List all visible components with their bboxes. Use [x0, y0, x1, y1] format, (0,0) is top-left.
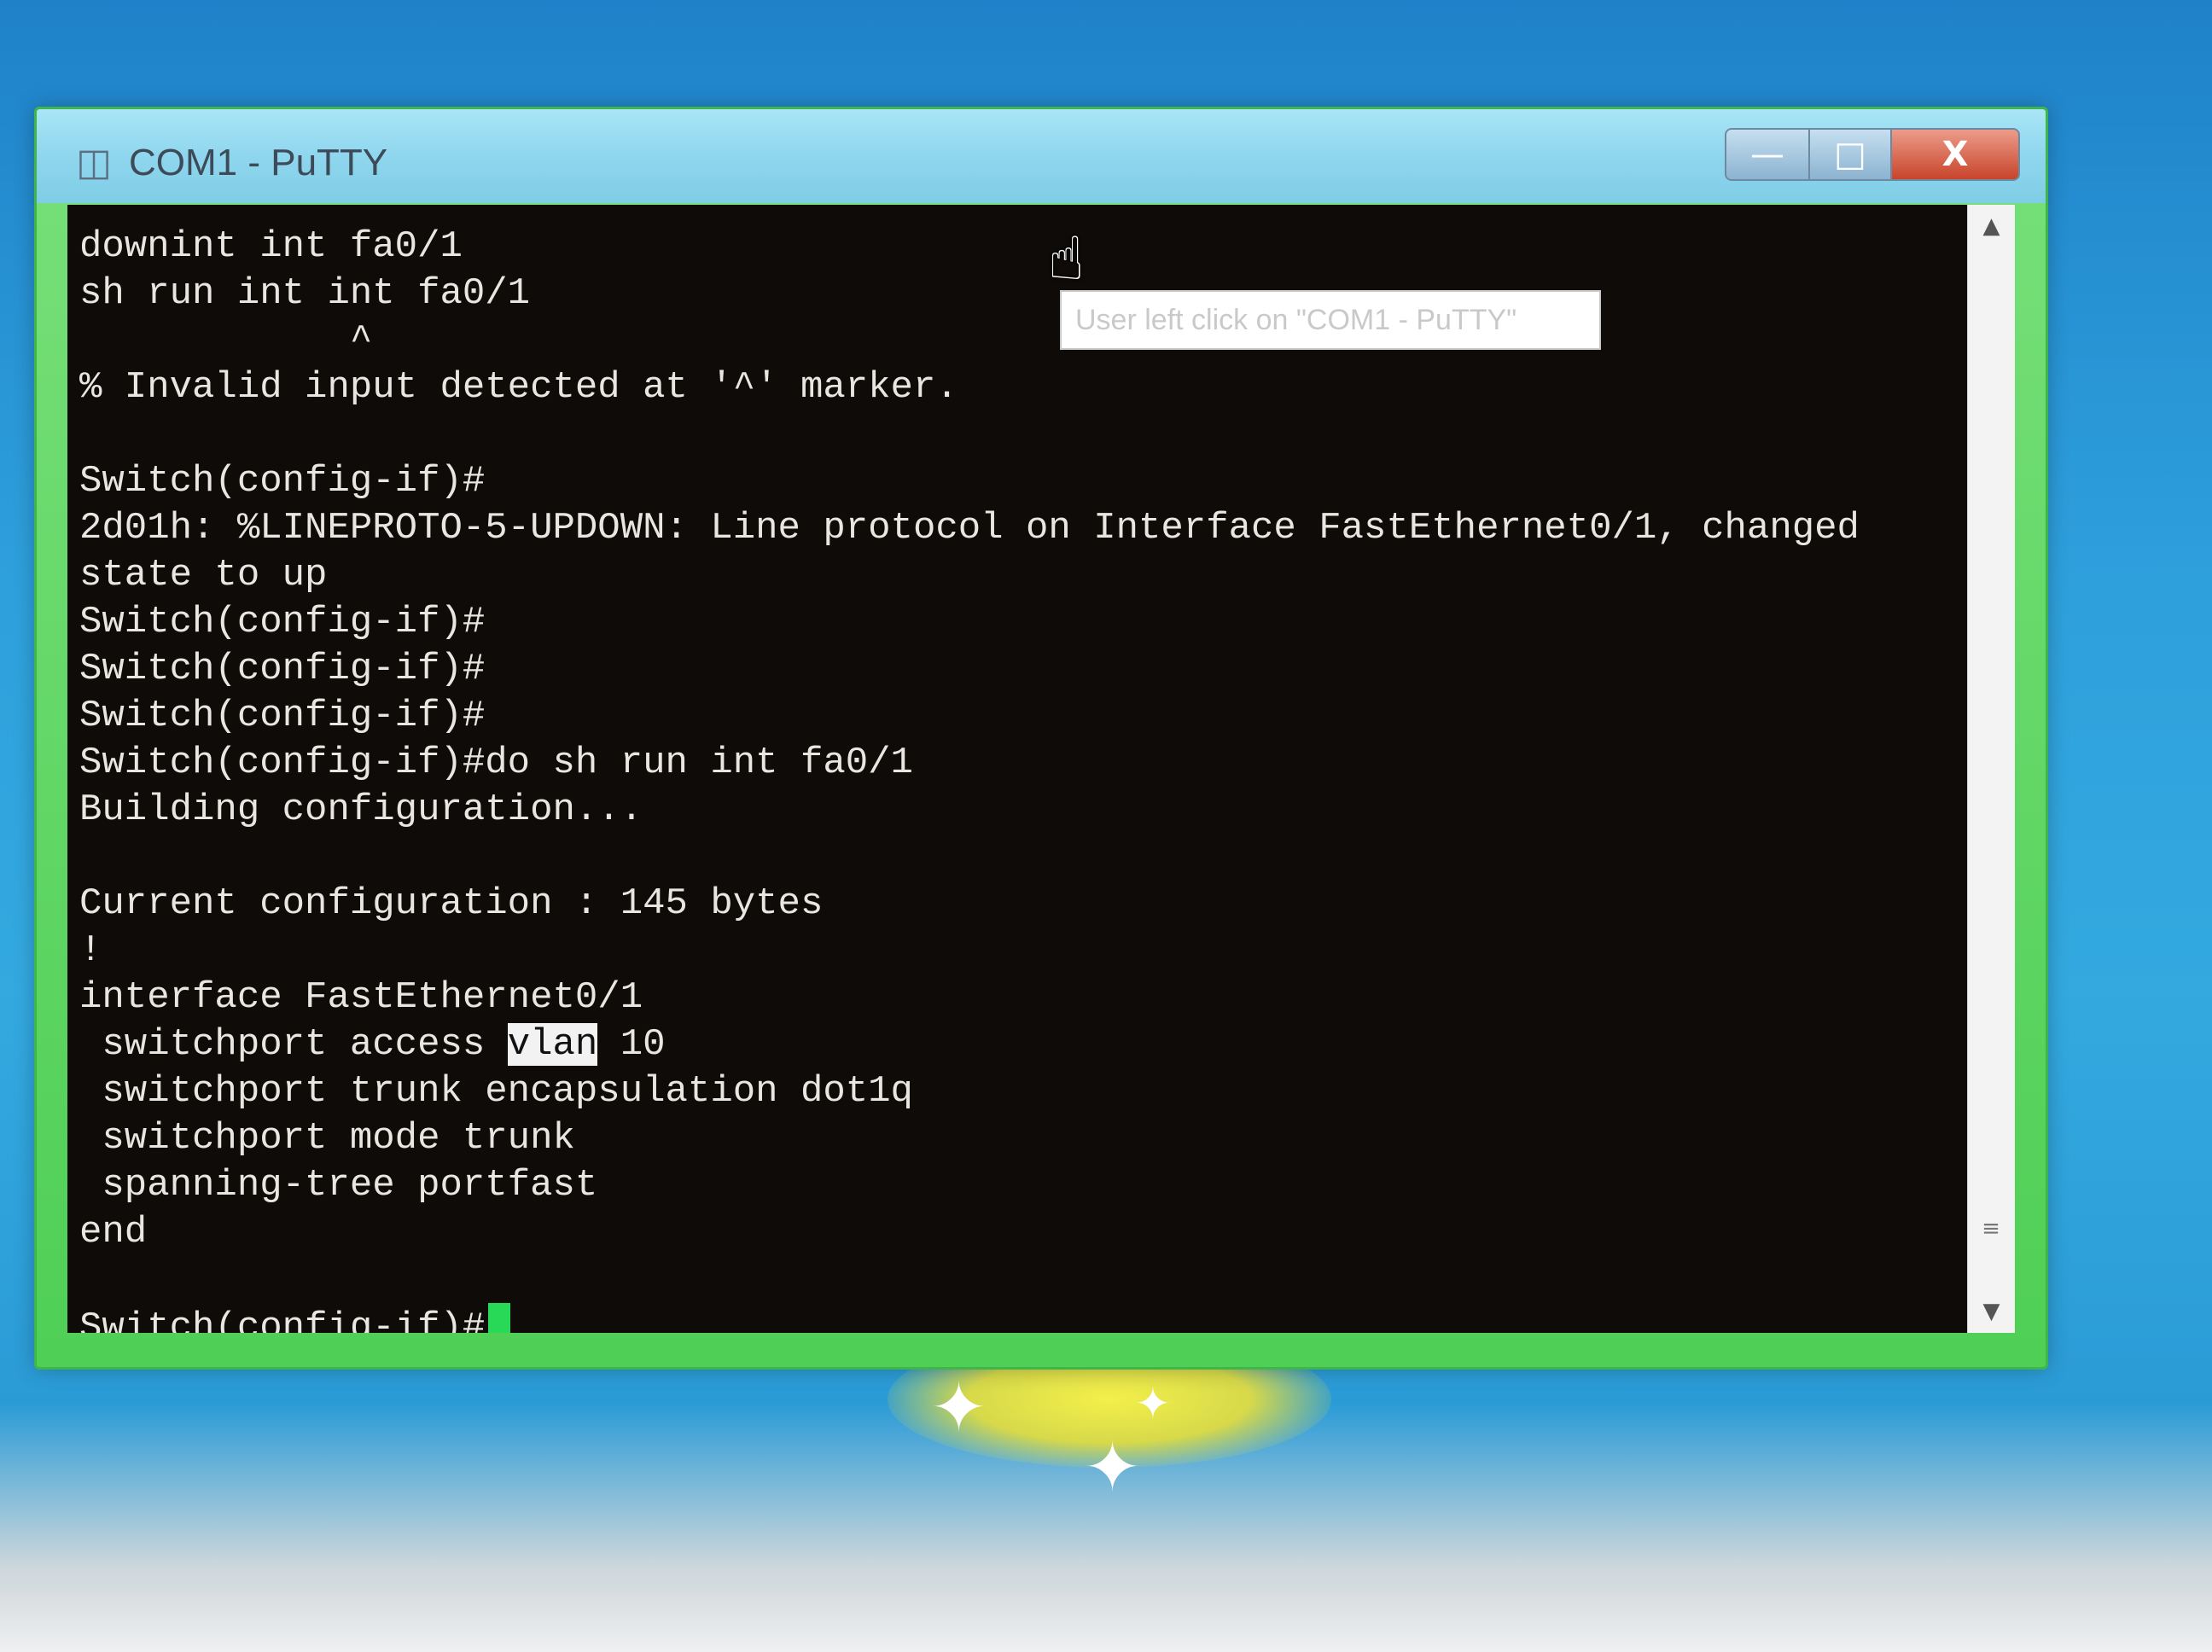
terminal-line: interface FastEthernet0/1	[79, 976, 643, 1019]
maximize-button[interactable]: □	[1810, 128, 1892, 181]
terminal-line: Building configuration...	[79, 788, 643, 831]
scroll-up-icon[interactable]: ▲	[1968, 205, 2015, 247]
scroll-down-icon[interactable]: ▼	[1968, 1290, 2015, 1333]
prompt-line[interactable]: Switch(config-if)#	[79, 1303, 1967, 1333]
window-title: COM1 - PuTTY	[129, 142, 388, 183]
text-cursor	[488, 1303, 511, 1333]
close-icon: X	[1941, 135, 1969, 174]
terminal-line: Current configuration : 145 bytes	[79, 882, 824, 925]
scrollbar-thumb[interactable]: ≡	[1975, 1212, 2007, 1246]
sparkle-icon: ✦	[930, 1368, 988, 1447]
minimize-icon: —	[1750, 135, 1784, 174]
terminal-line: % Invalid input detected at '^' marker.	[79, 366, 958, 409]
window-controls: — □ X	[1725, 128, 2020, 181]
terminal-line: switchport mode trunk	[79, 1117, 575, 1160]
terminal-line: !	[79, 929, 102, 972]
putty-window[interactable]: ◫ COM1 - PuTTY — □ X downint int fa0/1 s…	[34, 107, 2048, 1370]
sparkle-icon: ✦	[1135, 1379, 1171, 1428]
terminal-line: 2d01h: %LINEPROTO-5-UPDOWN: Line protoco…	[79, 507, 1860, 550]
title-bar[interactable]: ◫ COM1 - PuTTY — □ X	[37, 109, 2046, 203]
action-tooltip: User left click on "COM1 - PuTTY"	[1060, 290, 1601, 350]
terminal-line: Switch(config-if)#	[79, 648, 486, 690]
terminal-line: Switch(config-if)#	[79, 460, 486, 503]
terminal-line: downint int fa0/1	[79, 225, 463, 268]
terminal-line: switchport trunk encapsulation dot1q	[79, 1070, 913, 1113]
vertical-scrollbar[interactable]: ▲ ≡ ▼	[1967, 205, 2015, 1333]
terminal-line: Switch(config-if)#	[79, 695, 486, 737]
terminal-line-access-vlan: switchport access vlan 10	[79, 1021, 1967, 1068]
putty-icon: ◫	[76, 141, 112, 184]
terminal-line: ^	[79, 319, 373, 362]
close-button[interactable]: X	[1892, 128, 2020, 181]
terminal-line: end	[79, 1211, 148, 1254]
terminal-line: Switch(config-if)#do sh run int fa0/1	[79, 742, 913, 784]
terminal-line: spanning-tree portfast	[79, 1164, 598, 1207]
access-line-suffix: 10	[597, 1023, 666, 1066]
hand-pointer-icon: ☝	[1048, 224, 1085, 294]
maximize-icon: □	[1834, 135, 1866, 174]
terminal-output[interactable]: downint int fa0/1 sh run int int fa0/1 ^…	[67, 205, 1967, 1333]
sparkle-icon: ✦	[1084, 1428, 1142, 1507]
terminal-line: state to up	[79, 554, 328, 596]
selected-text: vlan	[507, 1023, 598, 1066]
command-prompt: Switch(config-if)#	[79, 1306, 486, 1333]
access-line-prefix: switchport access	[79, 1023, 508, 1066]
minimize-button[interactable]: —	[1725, 128, 1810, 181]
desktop-bottom-edge	[0, 1594, 2212, 1652]
terminal-line: Switch(config-if)#	[79, 601, 486, 643]
terminal-line: sh run int int fa0/1	[79, 272, 531, 315]
